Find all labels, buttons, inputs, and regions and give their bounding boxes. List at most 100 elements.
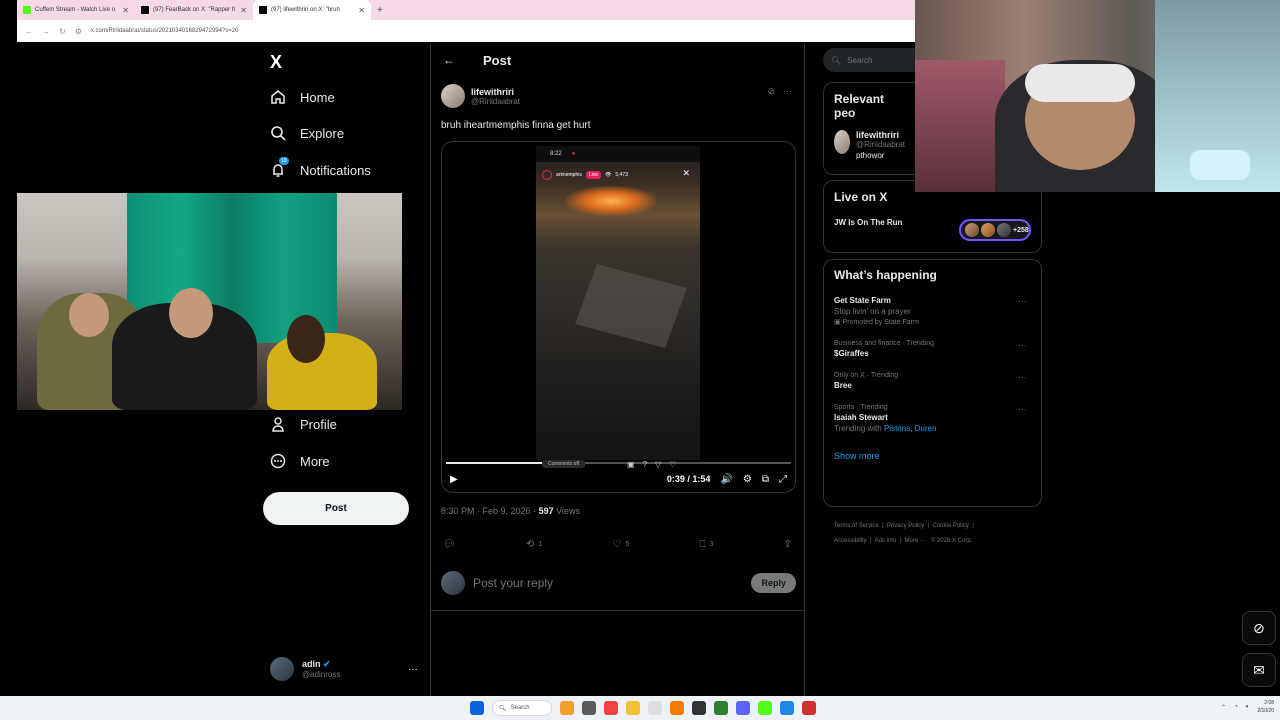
widget-icon[interactable]: [560, 701, 574, 715]
footer-ads[interactable]: Ads info: [875, 538, 897, 544]
app-icon[interactable]: [670, 701, 684, 715]
trend-category: Only on X · Trending: [834, 372, 899, 379]
trend-more-icon[interactable]: ···: [1018, 372, 1027, 382]
post-more-icon[interactable]: ···: [783, 86, 792, 97]
play-icon[interactable]: ▶: [450, 474, 458, 485]
trend-more-icon[interactable]: ···: [1018, 296, 1027, 306]
close-tab-icon[interactable]: ✕: [358, 6, 365, 15]
post-button[interactable]: Post: [263, 492, 409, 525]
site-info-icon[interactable]: ⚙: [75, 27, 82, 36]
avatar: [834, 130, 850, 154]
back-icon[interactable]: ←: [25, 27, 33, 36]
post-author[interactable]: lifewithriri @Ririidaabrat: [441, 84, 520, 108]
tray-chevron-icon[interactable]: ⌃: [1221, 704, 1226, 711]
search-input[interactable]: 🔍︎ Search: [823, 48, 915, 72]
grok-float-button[interactable]: ⊘: [1242, 611, 1276, 645]
live-listeners[interactable]: +258: [959, 219, 1031, 241]
reload-icon[interactable]: ↻: [59, 27, 66, 36]
trend-more-icon[interactable]: ···: [1018, 340, 1027, 350]
new-tab-button[interactable]: +: [377, 5, 383, 16]
nav-profile[interactable]: Profile: [270, 416, 337, 432]
share-action[interactable]: ⇪: [784, 539, 792, 550]
account-menu-icon[interactable]: ···: [408, 664, 418, 675]
kick-icon[interactable]: [758, 701, 772, 715]
chrome-icon[interactable]: [604, 701, 618, 715]
account-switcher[interactable]: adin ✔ @adinross ···: [270, 655, 418, 683]
home-icon: [270, 89, 286, 105]
url-text[interactable]: x.com/Ririidaabrat/status/20210340168294…: [91, 28, 239, 34]
avatar[interactable]: [441, 84, 465, 108]
app-icon[interactable]: [802, 701, 816, 715]
like-action[interactable]: ♡ 5: [612, 539, 629, 550]
reply-button[interactable]: Reply: [751, 573, 796, 593]
wifi-icon[interactable]: ◔: [1234, 704, 1238, 710]
fullscreen-icon[interactable]: ⤢: [779, 474, 787, 485]
browser-tab[interactable]: (97) FearBack on X: "Rapper fr ✕: [135, 0, 253, 20]
bell-icon: 18: [270, 157, 289, 178]
nav-explore[interactable]: Explore: [270, 125, 344, 141]
notepad-icon[interactable]: [648, 701, 662, 715]
clock-date: 2/10/20: [1257, 708, 1274, 714]
trend-related-link[interactable]: Pistons, Duren: [884, 424, 936, 433]
tab-title: Cuffem Stream - Watch Live o: [35, 7, 116, 13]
volume-icon[interactable]: 🔈︎: [1246, 704, 1250, 711]
close-tab-icon[interactable]: ✕: [122, 6, 129, 15]
trend-more-icon[interactable]: ···: [1018, 404, 1027, 414]
more-circle-icon: [270, 453, 286, 469]
folder-icon[interactable]: [626, 701, 640, 715]
app-icon[interactable]: [780, 701, 794, 715]
task-view-icon[interactable]: [582, 701, 596, 715]
forward-icon[interactable]: →: [42, 27, 50, 36]
windows-start-icon[interactable]: [470, 701, 484, 715]
trend-item[interactable]: Sports · Trending Isaiah Stewart Trendin…: [834, 404, 1031, 433]
back-arrow-icon[interactable]: ←: [443, 53, 455, 67]
post-timestamp[interactable]: 8:30 PM · Feb 9, 2026 ·: [441, 506, 539, 516]
discord-icon[interactable]: [736, 701, 750, 715]
clock[interactable]: 2:08 2/10/20: [1257, 699, 1274, 715]
footer-accessibility[interactable]: Accessibility: [834, 538, 867, 544]
reply-action[interactable]: 💬︎: [443, 539, 456, 550]
avatar: [997, 223, 1011, 237]
close-tab-icon[interactable]: ✕: [240, 6, 247, 15]
trend-item[interactable]: Get State Farm Stop livin’ on a prayer ▣…: [834, 296, 1031, 326]
browser-tab[interactable]: Cuffem Stream - Watch Live o ✕: [17, 0, 135, 20]
trend-name: $Giraffes: [834, 349, 869, 358]
author-handle[interactable]: @Ririidaabrat: [471, 97, 520, 106]
grok-icon[interactable]: ⊘: [767, 86, 775, 97]
footer-terms[interactable]: Terms of Service: [834, 523, 879, 529]
video-progress-bar[interactable]: [446, 462, 791, 464]
bookmark-action[interactable]: ⎕ 3: [699, 539, 713, 550]
nav-more[interactable]: More: [270, 453, 330, 469]
search-icon: 🔍︎: [831, 55, 842, 65]
account-handle: @adinross: [302, 670, 341, 679]
repost-action[interactable]: ⟲ 1: [526, 539, 542, 550]
trend-item[interactable]: Only on X · Trending Bree ···: [834, 372, 1031, 390]
nav-home[interactable]: Home: [270, 89, 335, 105]
trend-item[interactable]: Business and finance · Trending $Giraffe…: [834, 340, 1031, 358]
messages-float-button[interactable]: ✉: [1242, 653, 1276, 687]
show-more-link[interactable]: Show more: [834, 451, 1031, 461]
settings-icon[interactable]: ⚙: [743, 474, 752, 485]
reply-input[interactable]: [473, 576, 744, 590]
popout-icon[interactable]: ⧉: [762, 474, 769, 485]
browser-tab-active[interactable]: (97) lifewithriri on X: "bruh ✕: [253, 0, 371, 20]
video-player[interactable]: 8:22 ● arimemphis Live 👁 5,473 ✕ Comment…: [441, 141, 796, 493]
taskbar-search[interactable]: 🔍︎ Search: [492, 700, 552, 716]
footer-cookie[interactable]: Cookie Policy: [933, 523, 969, 529]
comments-off-label: Comments off: [542, 460, 586, 468]
obs-icon[interactable]: [692, 701, 706, 715]
reply-composer: Reply: [441, 568, 796, 598]
footer-more[interactable]: More ···: [905, 538, 926, 544]
volume-icon[interactable]: 🔊: [720, 474, 732, 485]
relevant-user[interactable]: lifewithriri @Ririidaabrat pthowor: [834, 130, 905, 160]
author-name[interactable]: lifewithriri: [471, 87, 520, 97]
nav-notifications[interactable]: 18 Notifications: [270, 157, 371, 178]
footer-privacy[interactable]: Privacy Policy: [887, 523, 924, 529]
app-icon[interactable]: [714, 701, 728, 715]
footer-links: Terms of Service | Privacy Policy | Cook…: [834, 523, 974, 544]
video-frame: 8:22 ● arimemphis Live 👁 5,473 ✕: [536, 146, 700, 460]
x-logo[interactable]: X: [270, 52, 282, 73]
taskbar-apps: 🔍︎ Search: [470, 700, 816, 716]
trend-sub: Trending with Pistons, Duren: [834, 424, 1031, 433]
trend-category: Sports · Trending: [834, 404, 888, 411]
